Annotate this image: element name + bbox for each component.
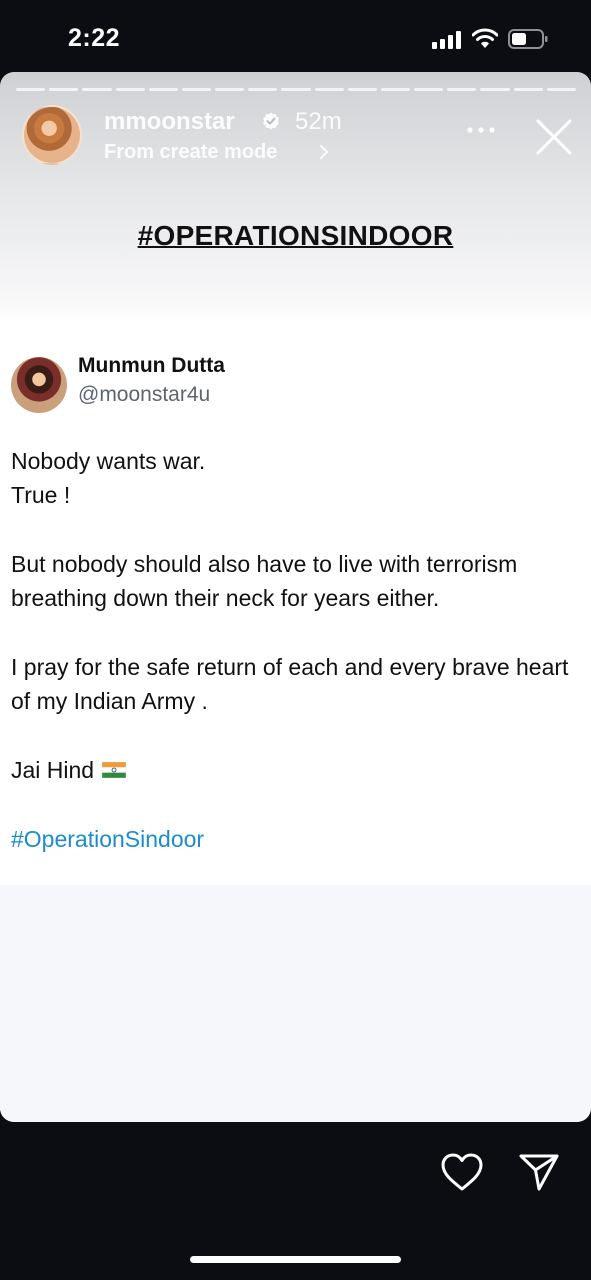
avatar[interactable] [22, 105, 82, 165]
verified-icon [263, 112, 279, 130]
tweet-hashtag[interactable]: #OperationSindoor [11, 822, 581, 856]
progress-segment [181, 88, 212, 91]
clock: 2:22 [68, 24, 121, 52]
heart-icon[interactable] [440, 1152, 484, 1192]
tweet-line: Nobody wants war. [11, 448, 206, 474]
progress-segment [447, 88, 477, 91]
progress-segment [380, 88, 411, 91]
progress-segment [414, 88, 444, 91]
tweet-avatar [11, 357, 67, 413]
chevron-right-icon[interactable] [318, 143, 330, 161]
home-indicator[interactable] [190, 1256, 401, 1263]
progress-segment [82, 88, 112, 91]
tweet-line-signoff: Jai Hind [11, 753, 581, 787]
battery-icon [508, 29, 548, 49]
progress-segment [148, 88, 178, 91]
signal-icon [432, 31, 462, 49]
progress-segment [49, 88, 79, 91]
progress-segment [314, 88, 344, 91]
progress-segment [248, 88, 278, 91]
tweet-line: But nobody should also have to live with… [11, 551, 518, 611]
send-icon[interactable] [518, 1152, 560, 1192]
progress-segment [546, 88, 576, 91]
story-username[interactable]: mmoonstar [104, 108, 235, 136]
story-title: #OPERATIONSINDOOR [137, 220, 454, 251]
story-time-ago: 52m [295, 108, 342, 135]
tweet-signoff: Jai Hind [11, 757, 95, 783]
progress-segment [281, 88, 311, 91]
progress-segment [115, 88, 145, 91]
tweet-author-name: Munmun Dutta [78, 354, 225, 377]
progress-segment [215, 88, 245, 91]
tweet-body: Nobody wants war. True ! But nobody shou… [11, 444, 581, 856]
progress-segment [513, 88, 543, 91]
status-bar: 2:22 [0, 0, 591, 72]
progress-segment [480, 88, 510, 91]
create-mode-link[interactable]: From create mode [104, 141, 277, 164]
tweet-line: I pray for the safe return of each and e… [11, 654, 569, 714]
tweet-author-handle: @moonstar4u [78, 383, 211, 406]
progress-segment [16, 88, 46, 91]
tweet-line: True ! [11, 482, 71, 508]
progress-segment [347, 88, 377, 91]
close-icon[interactable] [535, 118, 573, 156]
wifi-icon [472, 28, 498, 48]
story-empty-area [0, 885, 591, 1122]
india-flag-icon [102, 761, 127, 778]
more-icon[interactable] [466, 126, 496, 134]
tweet-card: Munmun Dutta @moonstar4u Nobody wants wa… [0, 324, 591, 885]
story-card[interactable]: mmoonstar 52m From create mode #OPERATIO… [0, 72, 591, 1122]
story-progress-bar [16, 88, 576, 91]
